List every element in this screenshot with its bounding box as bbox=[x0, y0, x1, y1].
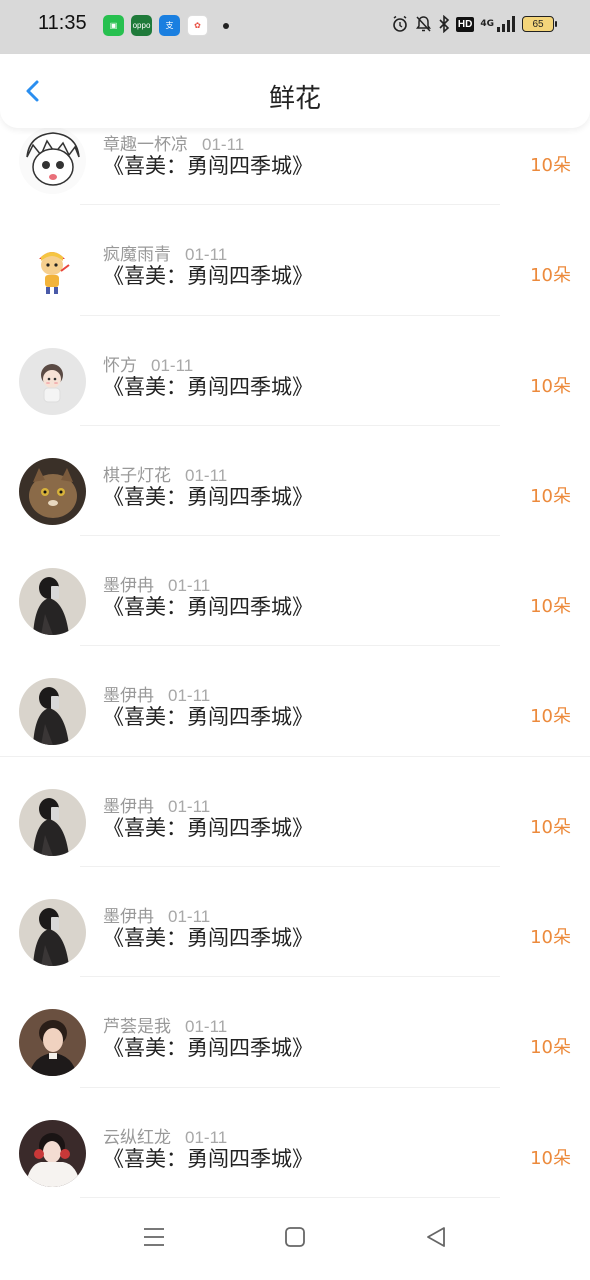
flower-count: 10朵 bbox=[530, 265, 571, 287]
flower-count: 10朵 bbox=[530, 596, 571, 618]
baidu-style-app-icon: ✿ bbox=[187, 15, 208, 36]
flower-count: 10朵 bbox=[530, 1037, 571, 1059]
oppo-app-icon: oppo bbox=[131, 15, 152, 36]
mute-bell-icon bbox=[415, 16, 431, 32]
battery-level: 65 bbox=[532, 18, 544, 30]
avatar[interactable] bbox=[19, 788, 86, 856]
list-item[interactable]: 疯魔雨青 01-11 《喜美：勇闯四季城》 10朵 bbox=[0, 205, 590, 316]
alarm-icon bbox=[393, 15, 407, 32]
home-button[interactable] bbox=[284, 1226, 306, 1252]
status-app-icons: ▣ oppo 支 ✿ bbox=[103, 15, 229, 36]
book-title: 《喜美：勇闯四季城》 bbox=[103, 926, 313, 951]
list-item[interactable]: 棋子灯花 01-11 《喜美：勇闯四季城》 10朵 bbox=[0, 426, 590, 537]
page-title: 鲜花 bbox=[268, 84, 321, 114]
nav-back-button[interactable] bbox=[425, 1226, 447, 1252]
status-bar: 11:35 ▣ oppo 支 ✿ HD 4G 65 bbox=[0, 0, 590, 54]
avatar[interactable] bbox=[19, 568, 86, 636]
flower-count: 10朵 bbox=[530, 1147, 571, 1169]
network-type: 4G bbox=[480, 19, 494, 29]
flower-count: 10朵 bbox=[530, 816, 571, 838]
battery-icon: 65 bbox=[522, 16, 557, 32]
flower-count: 10朵 bbox=[530, 155, 571, 176]
book-title: 《喜美：勇闯四季城》 bbox=[103, 1146, 313, 1171]
triangle-back-icon bbox=[427, 1227, 445, 1247]
list-item[interactable]: 云纵红龙 01-11 《喜美：勇闯四季城》 10朵 bbox=[0, 1088, 590, 1198]
avatar[interactable] bbox=[19, 237, 86, 305]
list-item[interactable]: 墨伊冉 01-11 《喜美：勇闯四季城》 10朵 bbox=[0, 757, 590, 868]
book-title: 《喜美：勇闯四季城》 bbox=[103, 705, 313, 730]
avatar[interactable] bbox=[19, 127, 86, 194]
page-header: 鲜花 bbox=[0, 54, 590, 128]
flower-count: 10朵 bbox=[530, 485, 571, 507]
list-item[interactable]: 怀方 01-11 《喜美：勇闯四季城》 10朵 bbox=[0, 316, 590, 426]
status-right-icons: HD 4G 65 bbox=[391, 15, 557, 33]
book-title: 《喜美：勇闯四季城》 bbox=[103, 1036, 313, 1061]
avatar[interactable] bbox=[19, 1009, 86, 1077]
list-item[interactable]: 墨伊冉 01-11 《喜美：勇闯四季城》 10朵 bbox=[0, 536, 590, 647]
list-item[interactable]: 墨伊冉 01-11 《喜美：勇闯四季城》 10朵 bbox=[0, 646, 590, 757]
wechat-style-app-icon: ▣ bbox=[103, 15, 124, 36]
avatar[interactable] bbox=[19, 1119, 86, 1187]
divider bbox=[80, 1196, 500, 1198]
notification-dot-icon bbox=[223, 22, 229, 29]
list-item[interactable]: 芦荟是我 01-11 《喜美：勇闯四季城》 10朵 bbox=[0, 977, 590, 1088]
avatar[interactable] bbox=[19, 457, 86, 525]
flower-count: 10朵 bbox=[530, 375, 571, 397]
hd-badge: HD bbox=[455, 16, 475, 32]
book-title: 《喜美：勇闯四季城》 bbox=[103, 815, 313, 840]
avatar[interactable] bbox=[19, 678, 86, 746]
book-title: 《喜美：勇闯四季城》 bbox=[103, 154, 313, 178]
book-title: 《喜美：勇闯四季城》 bbox=[103, 595, 313, 620]
book-title: 《喜美：勇闯四季城》 bbox=[103, 264, 313, 289]
book-title: 《喜美：勇闯四季城》 bbox=[103, 374, 313, 399]
status-time: 11:35 bbox=[38, 12, 87, 34]
bluetooth-icon bbox=[439, 15, 450, 33]
menu-button[interactable] bbox=[143, 1226, 165, 1252]
list-item[interactable]: 墨伊冉 01-11 《喜美：勇闯四季城》 10朵 bbox=[0, 867, 590, 978]
signal-icon bbox=[497, 16, 515, 32]
system-nav-bar bbox=[0, 1204, 590, 1280]
flower-count: 10朵 bbox=[530, 927, 571, 949]
avatar[interactable] bbox=[19, 347, 86, 415]
flower-gift-list[interactable]: 章趣一杯凉 01-11 《喜美：勇闯四季城》 10朵 疯魔雨青 01-11 《喜美：… bbox=[0, 95, 590, 1198]
menu-icon bbox=[144, 1228, 164, 1246]
book-title: 《喜美：勇闯四季城》 bbox=[103, 484, 313, 509]
home-square-icon bbox=[285, 1227, 305, 1247]
avatar[interactable] bbox=[19, 899, 86, 967]
flower-count: 10朵 bbox=[530, 706, 571, 728]
alipay-style-app-icon: 支 bbox=[159, 15, 180, 36]
